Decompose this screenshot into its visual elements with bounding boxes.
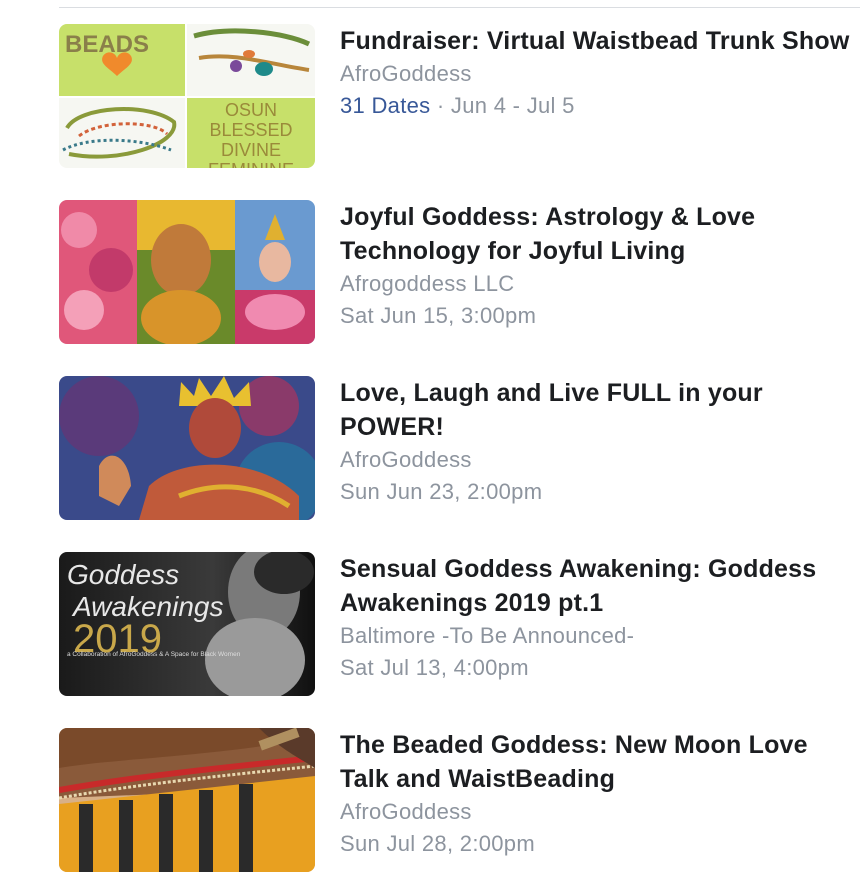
event-thumbnail[interactable] — [59, 728, 315, 872]
event-title[interactable]: Joyful Goddess: Astrology & Love Technol… — [340, 200, 860, 268]
event-info: Fundraiser: Virtual Waistbead Trunk Show… — [340, 24, 860, 122]
event-host: AfroGoddess — [340, 799, 472, 824]
event-host: AfroGoddess — [340, 447, 472, 472]
event-info: Love, Laugh and Live FULL in your POWER!… — [340, 376, 860, 508]
goddess-awakenings-thumbnail-image: Goddess Awakenings 2019 a Collaboration … — [59, 552, 315, 696]
event-item[interactable]: Joyful Goddess: Astrology & Love Technol… — [59, 200, 860, 346]
event-host: AfroGoddess — [340, 61, 472, 86]
feminine-label: FEMININE — [208, 160, 294, 168]
event-info: The Beaded Goddess: New Moon Love Talk a… — [340, 728, 860, 860]
event-thumbnail[interactable]: BEADS OSUN BLESSED DIVINE FEMININE — [59, 24, 315, 168]
event-host: Baltimore -To Be Announced- — [340, 623, 635, 648]
event-title[interactable]: Love, Laugh and Live FULL in your POWER! — [340, 376, 860, 444]
event-thumbnail[interactable]: Goddess Awakenings 2019 a Collaboration … — [59, 552, 315, 696]
event-item[interactable]: Love, Laugh and Live FULL in your POWER!… — [59, 376, 860, 522]
event-title[interactable]: Fundraiser: Virtual Waistbead Trunk Show — [340, 24, 860, 58]
event-thumbnail[interactable] — [59, 376, 315, 520]
divine-label: DIVINE — [221, 140, 281, 160]
event-item[interactable]: BEADS OSUN BLESSED DIVINE FEMININE Fundr… — [59, 24, 860, 170]
event-title[interactable]: The Beaded Goddess: New Moon Love Talk a… — [340, 728, 860, 796]
beads-label: BEADS — [65, 31, 149, 58]
event-when: 31 Dates · Jun 4 - Jul 5 — [340, 90, 860, 122]
event-info: Joyful Goddess: Astrology & Love Technol… — [340, 200, 860, 332]
event-title[interactable]: Sensual Goddess Awakening: Goddess Awake… — [340, 552, 860, 620]
osun-label: OSUN — [225, 100, 277, 120]
beads-thumbnail-image: BEADS OSUN BLESSED DIVINE FEMININE — [59, 24, 315, 168]
event-when: Sun Jul 28, 2:00pm — [340, 831, 535, 856]
dates-link[interactable]: 31 Dates — [340, 93, 430, 118]
event-when: Sat Jul 13, 4:00pm — [340, 655, 529, 680]
blessed-label: BLESSED — [209, 120, 292, 140]
event-info: Sensual Goddess Awakening: Goddess Awake… — [340, 552, 860, 684]
awakenings-title-line1: Goddess — [67, 559, 179, 590]
event-item[interactable]: Goddess Awakenings 2019 a Collaboration … — [59, 552, 860, 698]
awakenings-caption: a Collaboration of AfroGoddess & A Space… — [67, 651, 241, 658]
event-when: Sun Jun 23, 2:00pm — [340, 479, 543, 504]
event-when: Sat Jun 15, 3:00pm — [340, 303, 537, 328]
top-divider — [59, 7, 860, 8]
separator: · — [430, 93, 451, 118]
event-host: Afrogoddess LLC — [340, 271, 515, 296]
event-thumbnail[interactable] — [59, 200, 315, 344]
date-range: Jun 4 - Jul 5 — [450, 93, 575, 118]
event-item[interactable]: The Beaded Goddess: New Moon Love Talk a… — [59, 728, 860, 874]
goddess-painting-thumbnail-image — [59, 376, 315, 520]
beaded-waist-thumbnail-image — [59, 728, 315, 872]
goddess-art-thumbnail-image — [59, 200, 315, 344]
